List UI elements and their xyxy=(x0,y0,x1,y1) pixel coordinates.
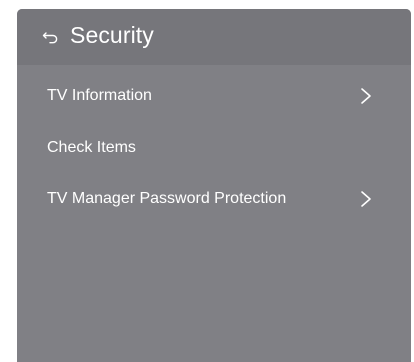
menu-item-tv-manager-password-protection[interactable]: TV Manager Password Protection xyxy=(17,174,411,224)
back-arrow-icon[interactable] xyxy=(42,28,59,45)
chevron-right-icon xyxy=(361,191,371,207)
page-title: Security xyxy=(70,22,154,48)
menu-item-tv-information[interactable]: TV Information xyxy=(17,71,411,121)
security-panel: Security TV Information Check Items TV M… xyxy=(17,9,411,362)
chevron-right-icon xyxy=(361,88,371,104)
menu-item-check-items[interactable]: Check Items xyxy=(17,123,411,173)
panel-header: Security xyxy=(17,9,411,65)
menu-item-label: TV Information xyxy=(47,87,152,104)
menu-item-label: TV Manager Password Protection xyxy=(47,190,287,207)
menu-item-label: Check Items xyxy=(47,139,136,156)
